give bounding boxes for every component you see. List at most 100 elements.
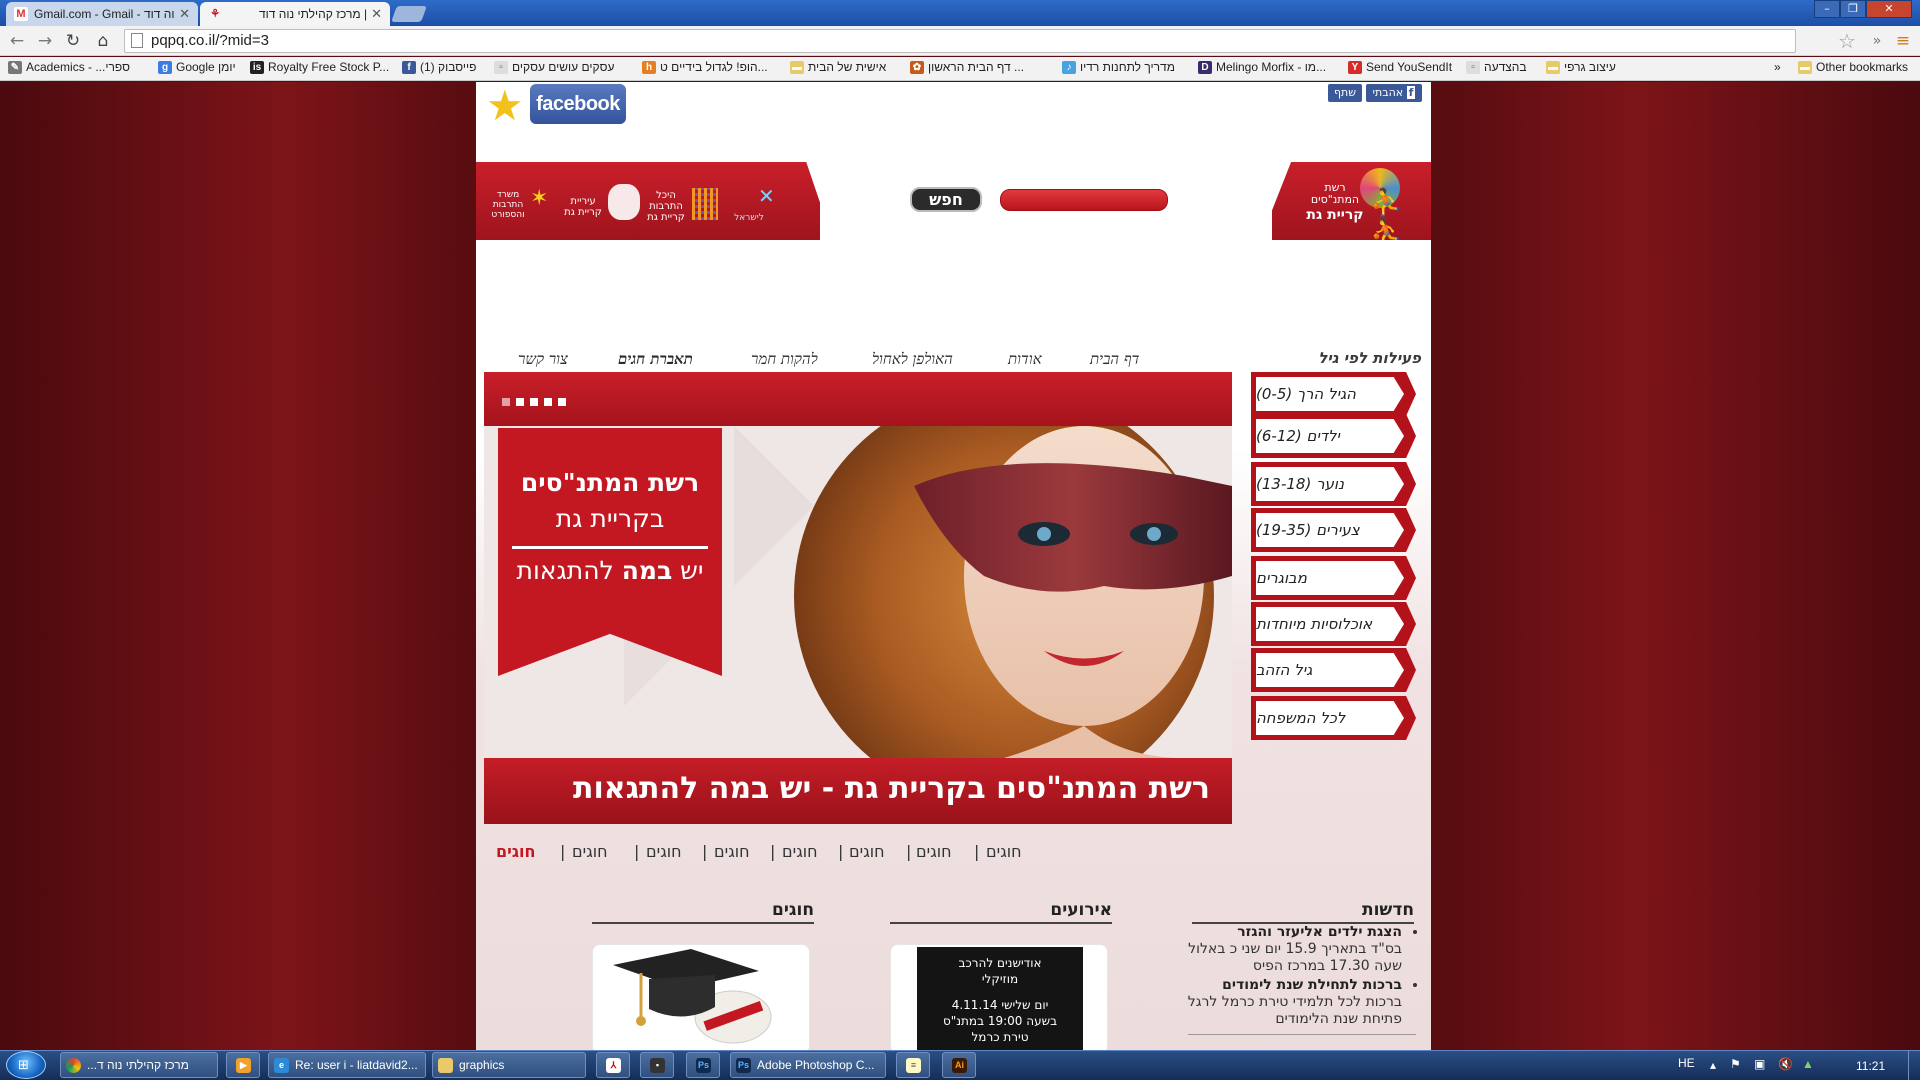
other-bookmarks-button[interactable]: ▬ Other bookmarks [1798, 60, 1908, 74]
age-item[interactable]: נוער (13-18) [1251, 462, 1416, 506]
close-window-button[interactable]: ✕ [1866, 0, 1912, 18]
new-tab-button[interactable] [391, 6, 427, 22]
search-button[interactable]: חפש [910, 187, 982, 212]
subnav-item[interactable]: חוגים [916, 842, 952, 861]
network-logo[interactable]: ⛹⛹ רשת המתנ"סים קריית גת [1272, 162, 1431, 240]
back-icon[interactable]: ← [6, 30, 28, 52]
like-button[interactable]: אהבתי f [1366, 84, 1422, 102]
subnav-separator: | [560, 842, 566, 861]
subnav-item[interactable]: חוגים [572, 842, 608, 861]
browser-tab-active[interactable]: ⚘ | מרכז קהילתי נוה דוד ✕ [200, 2, 390, 26]
facebook-widget[interactable]: ★ facebook [486, 84, 636, 127]
taskbar-notepad[interactable]: ≡ [896, 1052, 930, 1078]
bookmark-item[interactable]: ✎ Academics - ...ספרי [8, 60, 130, 74]
bookmark-item[interactable]: ✿ דף הבית הראשון ... [910, 60, 1024, 74]
melingo-icon: D [1198, 60, 1212, 74]
age-item[interactable]: אוכלוסיות מיוחדות [1251, 602, 1416, 646]
age-item[interactable]: ילדים (6-12) [1251, 414, 1416, 458]
slider-dot[interactable] [516, 398, 524, 406]
page-icon: ▫ [1466, 60, 1480, 74]
notepad-icon: ≡ [906, 1058, 921, 1073]
age-item[interactable]: צעירים (19-35) [1251, 508, 1416, 552]
nav-contact[interactable]: צור קשר [518, 350, 568, 369]
taskbar-explorer-window[interactable]: graphics [432, 1052, 586, 1078]
bookmark-item[interactable]: ▫ עסקים עושים עסקים [494, 60, 614, 74]
subnav-item[interactable]: חוגים [646, 842, 682, 861]
flag-icon[interactable]: ⚑ [1730, 1057, 1741, 1071]
hop-icon: h [642, 60, 656, 74]
nav-events-company[interactable]: תאברת חגים [618, 350, 693, 369]
volume-muted-icon[interactable]: 🔇 [1778, 1057, 1793, 1071]
bookmark-item[interactable]: ▬ אישית של הבית [790, 60, 886, 74]
forward-icon[interactable]: → [34, 30, 56, 52]
bookmark-item[interactable]: is Royalty Free Stock P... [250, 60, 389, 74]
bookmark-item[interactable]: D Melingo Morfix - מו... [1198, 60, 1326, 74]
clock[interactable]: 11:21 [1856, 1059, 1885, 1073]
nav-studio[interactable]: האולפן לאחול [872, 350, 953, 369]
maximize-button[interactable]: ❐ [1840, 0, 1866, 18]
taskbar-illustrator[interactable]: Ai [942, 1052, 976, 1078]
age-item[interactable]: מבוגרים [1251, 556, 1416, 600]
subnav-item[interactable]: חוגים [714, 842, 750, 861]
subnav-separator: | [974, 842, 980, 861]
subnav-item[interactable]: חוגים [849, 842, 885, 861]
taskbar-media-player[interactable]: ▶ [226, 1052, 260, 1078]
event-card[interactable]: אודישנים להרכב מוזיקלי יום שלישי 4.11.14… [890, 944, 1108, 1050]
slider-dot[interactable] [544, 398, 552, 406]
show-desktop-button[interactable] [1908, 1050, 1920, 1080]
slider-dot[interactable] [558, 398, 566, 406]
browser-tab-gmail[interactable]: M Gmail.com - Gmail - נוה דוד ✕ [6, 2, 198, 26]
course-card[interactable] [592, 944, 810, 1050]
subnav-item[interactable]: חוגים [782, 842, 818, 861]
bookmark-item[interactable]: f (1) פייסבוק [402, 60, 476, 74]
taskbar-ie-window[interactable]: e Re: user i - liatdavid2... [268, 1052, 426, 1078]
language-indicator[interactable]: HE [1678, 1056, 1695, 1070]
age-item[interactable]: גיל הזהב [1251, 648, 1416, 692]
menu-icon[interactable]: ≡ [1892, 30, 1914, 52]
taskbar-photoshop-pinned[interactable]: Ps [686, 1052, 720, 1078]
news-item[interactable]: הצגת ילדים אליעזר והגזרבס"ד בתאריך 15.9 … [1184, 924, 1402, 975]
radio-icon: ♪ [1062, 60, 1076, 74]
children-figures-icon: ⛹⛹ [1370, 188, 1403, 248]
nav-ensembles[interactable]: להקות חמר [751, 350, 818, 369]
close-tab-icon[interactable]: ✕ [179, 6, 190, 22]
nav-about[interactable]: אודות [1008, 350, 1042, 369]
bookmark-item[interactable]: g Google יומן [158, 60, 236, 74]
close-tab-icon[interactable]: ✕ [371, 6, 382, 22]
subnav-item[interactable]: חוגים [986, 842, 1022, 861]
news-headline[interactable]: הצגת ילדים אליעזר והגזר [1237, 924, 1402, 940]
news-headline[interactable]: ברכות לתחילת שנת לימודים [1222, 977, 1402, 993]
search-input[interactable] [1000, 189, 1168, 211]
taskbar-acrobat[interactable]: ⅄ [596, 1052, 630, 1078]
subnav-item-active[interactable]: חוגים [496, 842, 535, 861]
minimize-button[interactable]: – [1814, 0, 1840, 18]
page-icon [131, 33, 143, 48]
event-flyer: אודישנים להרכב מוזיקלי יום שלישי 4.11.14… [917, 947, 1083, 1050]
drive-sync-icon[interactable]: ▲ [1802, 1057, 1814, 1071]
reload-icon[interactable]: ↻ [62, 30, 84, 52]
slider-dot[interactable] [502, 398, 510, 406]
age-item[interactable]: הגיל הרך (0-5) [1251, 372, 1416, 416]
extensions-more-icon[interactable]: » [1866, 30, 1888, 52]
network-icon[interactable]: ▣ [1754, 1057, 1765, 1071]
bookmark-item[interactable]: Y Send YouSendIt [1348, 60, 1452, 74]
bookmark-item[interactable]: ♪ מדריך לתחנות רדיו [1062, 60, 1175, 74]
bookmark-item[interactable]: ▫ בהצדעה [1466, 60, 1527, 74]
bookmark-item[interactable]: ▬ עיצוב גרפי [1546, 60, 1616, 74]
news-item[interactable]: ברכות לתחילת שנת לימודיםברכות לכל תלמידי… [1184, 977, 1402, 1028]
nav-home[interactable]: דף הבית [1090, 350, 1139, 369]
address-bar[interactable]: pqpq.co.il/?mid=3 [124, 29, 1796, 53]
home-icon[interactable]: ⌂ [92, 30, 114, 52]
taskbar-chrome-window[interactable]: מרכז קהילתי נוה ד... [60, 1052, 218, 1078]
tray-expand-icon[interactable]: ▴ [1710, 1058, 1716, 1072]
bookmark-star-icon[interactable]: ☆ [1836, 30, 1858, 52]
taskbar-photoshop-window[interactable]: Ps Adobe Photoshop C... [730, 1052, 886, 1078]
share-button[interactable]: שתף [1328, 84, 1362, 102]
site-page: ★ facebook שתף אהבתי f ⛹⛹ רשת המתנ"סים ק… [476, 82, 1431, 1050]
bookmarks-overflow-button[interactable]: » [1774, 60, 1781, 74]
age-item[interactable]: לכל המשפחה [1251, 696, 1416, 740]
slider-dot[interactable] [530, 398, 538, 406]
bookmark-item[interactable]: h הופ! לגדול בידיים ט... [642, 60, 768, 74]
slider-caption[interactable]: רשת המתנ"סים בקריית גת - יש במה להתגאות [484, 758, 1232, 824]
taskbar-app[interactable]: ▪ [640, 1052, 674, 1078]
